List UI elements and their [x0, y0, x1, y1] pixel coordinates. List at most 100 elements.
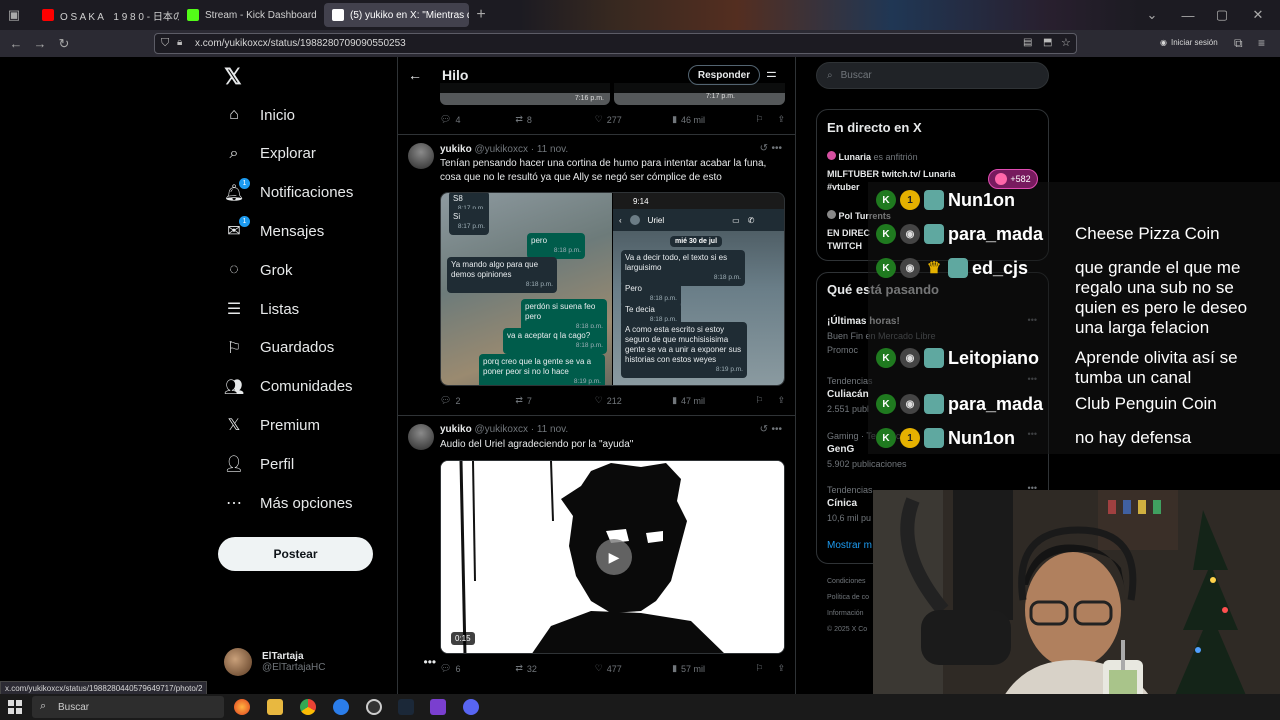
reload-icon[interactable]: ↻ — [52, 32, 76, 56]
tab-x-post[interactable]: (5) yukiko en X: "Mientras que l × — [324, 3, 469, 27]
share-icon[interactable]: ⇪ — [777, 663, 785, 674]
tweet-video[interactable]: ▶ 0:15 — [440, 460, 785, 654]
like-action[interactable]: ♡ 212 — [595, 395, 672, 406]
footer-link[interactable]: Condiciones — [827, 578, 866, 585]
bubble-text: pero — [531, 236, 548, 245]
obs-icon[interactable] — [366, 699, 382, 715]
windows-start-icon[interactable] — [8, 700, 22, 714]
edge-icon[interactable] — [333, 699, 349, 715]
live-host-1[interactable]: Lunaria es anfitrión — [827, 151, 918, 162]
youtube-icon — [42, 9, 54, 21]
reply-action[interactable]: 💬︎ 2 — [440, 395, 515, 406]
views-action[interactable]: ▮ 46 mil — [672, 114, 755, 125]
avatar[interactable] — [408, 143, 434, 169]
chat-username: para_mada — [948, 224, 1044, 244]
grok-icon[interactable]: ↺ — [760, 424, 768, 435]
bookmark-icon[interactable]: ⚐ — [755, 114, 763, 125]
chat-username: Leitopiano — [948, 348, 1039, 368]
x-logo-icon[interactable]: 𝕏 — [224, 64, 242, 90]
close-window-icon[interactable]: ✕ — [1246, 3, 1270, 27]
new-tab-icon[interactable]: + — [469, 3, 493, 27]
more-icon[interactable]: ••• — [771, 424, 782, 435]
back-arrow-icon[interactable]: ← — [408, 67, 422, 83]
tweet[interactable]: yukiko @yukikoxcx · 11 nov. ↺ ••• Tenían… — [398, 134, 795, 414]
sidebar-item-perfil[interactable]: 👤︎ Perfil — [224, 449, 294, 479]
share-icon[interactable]: ⇪ — [777, 395, 785, 406]
extensions-icon[interactable]: ⧉ — [1234, 36, 1243, 51]
reader-icon[interactable]: ▤ — [1023, 37, 1032, 48]
live-title-2[interactable]: EN DIREC TWITCH — [827, 227, 872, 253]
play-icon[interactable]: ▶ — [596, 539, 632, 575]
like-action[interactable]: ♡ 477 — [595, 663, 672, 674]
bubble-time: 8:18 p.m. — [575, 342, 603, 349]
one-badge-icon: 1 — [900, 190, 920, 210]
sidebar-item-notificaciones[interactable]: 🔔︎ 1 Notificaciones — [224, 177, 353, 208]
tweet-actions: 💬︎ 2 ⇄ 7 ♡ 212 ▮ 47 mil ⚐ ⇪ — [440, 395, 785, 406]
more-icon[interactable]: ••• — [771, 143, 782, 154]
tab-osaka[interactable]: O S A K A 1 9 8 0 - 日本のシテ — [34, 3, 179, 27]
views-action[interactable]: ▮ 57 mil — [672, 663, 755, 674]
tab-list-icon[interactable]: ⌄ — [1140, 3, 1164, 27]
avatar[interactable] — [408, 424, 434, 450]
comment-icon: 💬︎ — [440, 395, 452, 405]
bubble-text: S8 — [453, 194, 463, 203]
repost-action[interactable]: ⇄ 8 — [515, 114, 594, 125]
sidebar-item-guardados[interactable]: ⚐ Guardados — [224, 333, 334, 363]
tweet-handle: @yukikoxcx — [474, 144, 528, 155]
maximize-icon[interactable]: ▢ — [1210, 3, 1234, 27]
footer-link[interactable]: Información — [827, 610, 864, 617]
people-icon: 👥︎ — [223, 378, 245, 396]
sidebar-item-comunidades[interactable]: 👥︎ Comunidades — [224, 372, 353, 402]
back-icon[interactable]: ← — [4, 32, 28, 56]
chat-badges: K ◉ — [876, 348, 944, 368]
search-box[interactable]: ⌕ Buscar — [816, 62, 1049, 89]
bubble-text: porq creo que la gente se va a poner peo… — [483, 357, 592, 376]
sidebar-item-grok[interactable]: ◌ Grok — [224, 255, 292, 285]
phone-clock: 9:14 — [633, 197, 649, 206]
bookmark-icon[interactable]: ⚐ — [755, 395, 763, 406]
firefox-icon[interactable] — [234, 699, 250, 715]
app-icon[interactable] — [430, 699, 446, 715]
address-bar[interactable]: ⛉ 🔒︎ x.com/yukikoxcx/status/198828070909… — [154, 33, 1077, 54]
views-action[interactable]: ▮ 47 mil — [672, 395, 755, 406]
like-action[interactable]: ♡ 277 — [595, 114, 672, 125]
minimize-icon[interactable]: — — [1176, 3, 1200, 27]
post-button[interactable]: Postear — [218, 537, 373, 571]
reply-action[interactable]: 💬︎ 4 — [440, 114, 515, 125]
taskbar-search[interactable]: ⌕ Buscar — [32, 696, 224, 718]
folder-icon[interactable] — [267, 699, 283, 715]
person-icon: 👤︎ — [223, 456, 245, 474]
repost-icon: ⇄ — [515, 114, 523, 124]
grok-icon[interactable]: ↺ — [760, 143, 768, 154]
footer-link[interactable]: Política de co — [827, 594, 869, 601]
repost-action[interactable]: ⇄ 7 — [515, 395, 594, 406]
forward-icon[interactable]: → — [28, 32, 52, 56]
steam-icon[interactable] — [398, 699, 414, 715]
repost-action[interactable]: ⇄ 32 — [515, 663, 594, 674]
sign-in-button[interactable]: ◉ Iniciar sesión — [1160, 38, 1218, 47]
sidebar-item-mensajes[interactable]: ✉ 1 Mensajes — [224, 216, 324, 246]
bookmark-icon[interactable]: ⚐ — [755, 663, 763, 674]
sidebar-item-listas[interactable]: ☰ Listas — [224, 294, 299, 324]
tweet-author[interactable]: yukiko — [440, 144, 472, 155]
show-more-link[interactable]: Mostrar m — [827, 540, 872, 551]
tweet-image[interactable]: S88:17 p.m.Si8:17 p.m.pero8:18 p.m.Ya ma… — [440, 192, 785, 386]
discord-icon[interactable] — [463, 699, 479, 715]
sidebar-item-más-opciones[interactable]: ⋯ Más opciones — [224, 488, 353, 518]
reply-action[interactable]: 💬︎ 6 — [440, 663, 515, 674]
sliders-icon[interactable]: ⚌ — [766, 66, 777, 80]
share-icon[interactable]: ⇪ — [777, 114, 785, 125]
reply-button[interactable]: Responder — [688, 65, 760, 85]
tweet[interactable]: yukiko @yukikoxcx · 11 nov. ↺ ••• Audio … — [398, 415, 795, 697]
sidebar-item-explorar[interactable]: ⌕ Explorar — [224, 139, 316, 169]
tab-kick-dashboard[interactable]: Stream - Kick Dashboard — [179, 3, 324, 27]
chrome-icon[interactable] — [300, 699, 316, 715]
sidebar-item-premium[interactable]: 𝕏 Premium — [224, 410, 320, 440]
tweet-author[interactable]: yukiko — [440, 424, 472, 435]
k-badge-icon: K — [876, 428, 896, 448]
tab-overview-icon[interactable]: ▣ — [2, 3, 26, 27]
star-icon[interactable]: ☆ — [1061, 36, 1071, 49]
menu-icon[interactable]: ≡ — [1258, 36, 1265, 50]
save-icon[interactable]: ⬒ — [1043, 37, 1052, 48]
sidebar-item-inicio[interactable]: ⌂ Inicio — [224, 100, 295, 130]
